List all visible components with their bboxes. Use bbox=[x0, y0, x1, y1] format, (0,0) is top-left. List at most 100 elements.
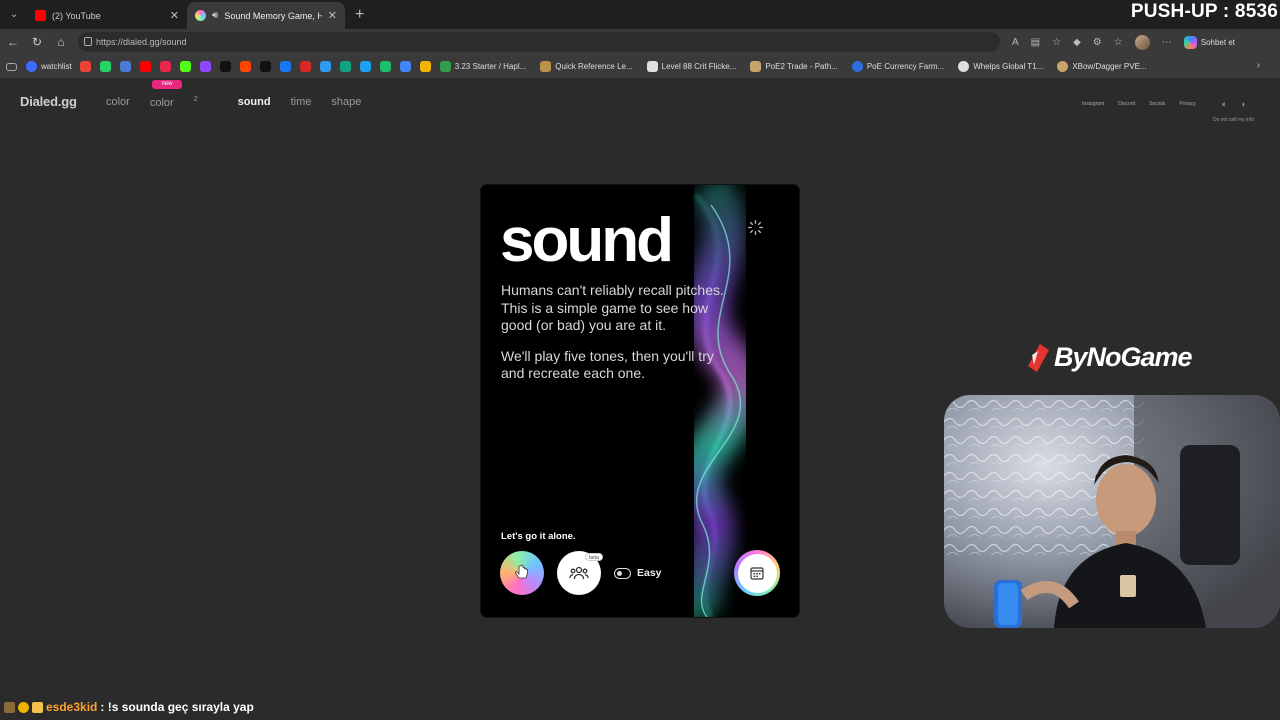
nav-time[interactable]: time bbox=[291, 96, 312, 109]
bookmark-site-icon[interactable] bbox=[219, 61, 231, 72]
extensions-puzzle-icon[interactable]: ⚙ bbox=[1093, 37, 1102, 48]
favorites-icon[interactable]: ☆ bbox=[1114, 37, 1123, 48]
bookmark-quick-reference[interactable]: Quick Reference Le... bbox=[540, 61, 633, 72]
bynogame-emblem-icon bbox=[1028, 343, 1049, 372]
loading-spinner-icon bbox=[748, 220, 763, 235]
new-tab-button[interactable]: + bbox=[355, 6, 364, 24]
bookmark-site-icon[interactable] bbox=[359, 61, 371, 72]
bookmark-site-icon[interactable] bbox=[339, 61, 351, 72]
home-icon[interactable]: ⌂ bbox=[49, 35, 73, 49]
back-arrow-icon[interactable]: ← bbox=[1, 35, 25, 49]
description-paragraph-1: Humans can't reliably recall pitches. Th… bbox=[501, 282, 724, 333]
link-socials[interactable]: Socials bbox=[1149, 101, 1165, 107]
more-menu-icon[interactable]: ⋯ bbox=[1162, 37, 1172, 48]
nav-superscript: 2 bbox=[193, 96, 198, 103]
bookmark-site-icon[interactable] bbox=[399, 61, 411, 72]
bookmark-site-icon[interactable] bbox=[239, 61, 251, 72]
daily-challenge-button[interactable] bbox=[734, 550, 780, 596]
reload-icon[interactable]: ↻ bbox=[25, 35, 49, 49]
bookmark-site-icon[interactable] bbox=[379, 61, 391, 72]
extension-diamond-icon[interactable]: ◆ bbox=[1073, 37, 1081, 48]
group-icon bbox=[569, 566, 589, 580]
bookmarks-menu-icon[interactable] bbox=[6, 62, 17, 71]
easy-mode-toggle[interactable]: Easy bbox=[614, 567, 662, 579]
link-instagram[interactable]: Instagram bbox=[1082, 101, 1104, 107]
bookmark-poe2-trade[interactable]: PoE2 Trade - Path... bbox=[750, 61, 838, 72]
bookmark-starter[interactable]: 3.23 Starter / Hapl... bbox=[439, 61, 527, 72]
nav-color[interactable]: color bbox=[106, 96, 130, 109]
solo-play-button[interactable] bbox=[500, 551, 544, 595]
bookmark-whelps[interactable]: Whelps Global T1... bbox=[958, 61, 1043, 72]
beta-badge: beta bbox=[585, 553, 603, 561]
description-paragraph-2: We'll play five tones, then you'll try a… bbox=[501, 347, 714, 382]
sponsor-name: ByNoGame bbox=[1054, 342, 1193, 372]
stream-chat-line: esde3kid : !s sounda geç sırayla yap bbox=[4, 700, 254, 714]
card-title: sound bbox=[500, 206, 674, 275]
favorite-star-icon[interactable]: ☆ bbox=[1052, 37, 1061, 48]
toggle-switch-icon bbox=[614, 567, 631, 579]
bookmark-level-88[interactable]: Level 88 Crit Flicke... bbox=[646, 61, 737, 72]
bookmark-poe-currency[interactable]: PoE Currency Farm... bbox=[851, 61, 944, 72]
more-bookmarks-chevron-icon[interactable]: › bbox=[1257, 60, 1260, 71]
site-logo[interactable]: Dialed.gg bbox=[20, 94, 77, 109]
url-text: https://dialed.gg/sound bbox=[96, 37, 187, 47]
tab-sound-memory-game[interactable]: 🔊︎ Sound Memory Game, How G ✕ bbox=[187, 2, 345, 29]
bookmarks-bar: watchlist 3.23 Starter / Hapl... Quick R… bbox=[0, 55, 1280, 79]
site-icons: 🔈︎ ◐ bbox=[1222, 99, 1247, 110]
dark-mode-icon[interactable]: ◐ bbox=[1241, 99, 1246, 110]
profile-avatar[interactable] bbox=[1134, 35, 1150, 50]
bookmark-site-icon[interactable] bbox=[99, 61, 111, 72]
bookmark-xbow[interactable]: XBow/Dagger PVE... bbox=[1057, 61, 1147, 72]
tab-youtube[interactable]: (2) YouTube ✕ bbox=[27, 2, 187, 29]
site-footer-links: Instagram Discord Socials Privacy bbox=[1082, 101, 1196, 107]
solo-mode-label: Let's go it alone. bbox=[501, 531, 576, 542]
github-icon bbox=[958, 61, 970, 72]
link-discord[interactable]: Discord bbox=[1118, 101, 1135, 107]
bookmark-site-icon[interactable] bbox=[299, 61, 311, 72]
bookmark-label: Level 88 Crit Flicke... bbox=[661, 62, 737, 71]
do-not-sell-link[interactable]: Do not sell my info bbox=[1213, 117, 1254, 123]
close-tab-icon[interactable]: ✕ bbox=[170, 9, 179, 22]
browser-tools: A ▤ ☆ ◆ ⚙ ☆ ⋯ Sohbet et bbox=[1012, 35, 1235, 50]
tab-label: Sound Memory Game, How G bbox=[224, 10, 322, 21]
bookmark-site-icon[interactable] bbox=[259, 61, 271, 72]
bookmark-label: 3.23 Starter / Hapl... bbox=[454, 62, 527, 71]
bookmark-site-icon[interactable] bbox=[79, 61, 91, 72]
lock-icon bbox=[84, 37, 92, 46]
speaker-icon[interactable]: 🔊︎ bbox=[212, 10, 218, 21]
card-description: Humans can't reliably recall pitches. Th… bbox=[501, 282, 741, 396]
nav-shape[interactable]: shape bbox=[331, 96, 361, 109]
bookmark-site-icon[interactable] bbox=[159, 61, 171, 72]
pushup-counter: PUSH-UP : 8536 bbox=[1130, 1, 1278, 22]
new-badge: new bbox=[152, 80, 182, 89]
site-nav: color color 2 sound time shape bbox=[106, 96, 381, 109]
bookmark-label: Quick Reference Le... bbox=[555, 62, 633, 71]
bookmark-label: watchlist bbox=[41, 62, 72, 71]
bookmark-site-icon[interactable] bbox=[279, 61, 291, 72]
sponsor-logo: ByNoGame bbox=[1026, 342, 1193, 373]
bookmark-watchlist[interactable]: watchlist bbox=[26, 61, 72, 72]
bookmark-site-icon[interactable] bbox=[139, 61, 151, 72]
copilot-button[interactable]: Sohbet et bbox=[1183, 36, 1235, 49]
reader-icon[interactable]: ▤ bbox=[1031, 37, 1040, 48]
webcam-feed bbox=[944, 395, 1280, 628]
translate-icon[interactable]: A bbox=[1012, 37, 1019, 48]
poe-icon bbox=[540, 61, 552, 72]
volume-icon[interactable]: 🔈︎ bbox=[1222, 99, 1227, 110]
close-tab-icon[interactable]: ✕ bbox=[328, 9, 337, 22]
bookmark-site-icon[interactable] bbox=[319, 61, 331, 72]
sheets-icon bbox=[439, 61, 451, 72]
tab-list-chevron-icon[interactable]: ⌄ bbox=[1, 4, 27, 26]
nav-sound[interactable]: sound bbox=[238, 96, 271, 109]
globe-icon bbox=[851, 61, 863, 72]
bookmark-site-icon[interactable] bbox=[119, 61, 131, 72]
bookmark-site-icon[interactable] bbox=[419, 61, 431, 72]
bookmark-site-icon[interactable] bbox=[199, 61, 211, 72]
bookmark-label: Whelps Global T1... bbox=[973, 62, 1044, 71]
address-bar[interactable]: https://dialed.gg/sound bbox=[78, 32, 1000, 52]
tab-label: (2) YouTube bbox=[52, 10, 101, 21]
bookmark-site-icon[interactable] bbox=[179, 61, 191, 72]
link-privacy[interactable]: Privacy bbox=[1179, 101, 1195, 107]
poe-icon bbox=[1057, 61, 1069, 72]
nav-color-2[interactable]: color 2 bbox=[150, 96, 218, 109]
